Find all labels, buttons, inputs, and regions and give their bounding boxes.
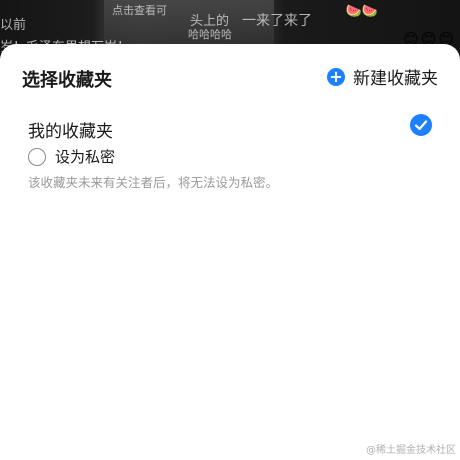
- danmaku-comment: 哈哈哈哈: [188, 28, 232, 41]
- new-folder-label: 新建收藏夹: [353, 69, 438, 89]
- favorites-bottom-sheet: 选择收藏夹 + 新建收藏夹 我的收藏夹 设为私密 该收藏夹未来有关注者后，将无法…: [0, 44, 460, 460]
- sheet-title: 选择收藏夹: [22, 70, 112, 91]
- set-private-option[interactable]: 设为私密: [28, 146, 115, 167]
- radio-unchecked-icon[interactable]: [28, 147, 46, 166]
- folder-name: 我的收藏夹: [28, 122, 113, 142]
- folder-item-my-favorites[interactable]: 我的收藏夹: [0, 112, 460, 144]
- new-folder-button[interactable]: + 新建收藏夹: [327, 64, 438, 89]
- danmaku-comment: 点击查看可: [112, 4, 167, 17]
- set-private-label: 设为私密: [55, 148, 116, 166]
- watermark: @稀土掘金技术社区: [366, 445, 456, 456]
- screen: 以前 头上的 点击查看可 一来了来了 哈哈哈哈 岁！毛泽东思想万岁！ 🍉🍉 😊😊…: [0, 0, 460, 460]
- danmaku-emoji: 🍉🍉: [345, 4, 378, 19]
- danmaku-comment: 一来了来了: [242, 13, 312, 29]
- danmaku-comment: 以前: [0, 18, 27, 33]
- private-hint-text: 该收藏夹未来有关注者后，将无法设为私密。: [28, 175, 279, 190]
- plus-circle-icon: +: [327, 67, 345, 86]
- check-circle-icon[interactable]: [410, 114, 432, 136]
